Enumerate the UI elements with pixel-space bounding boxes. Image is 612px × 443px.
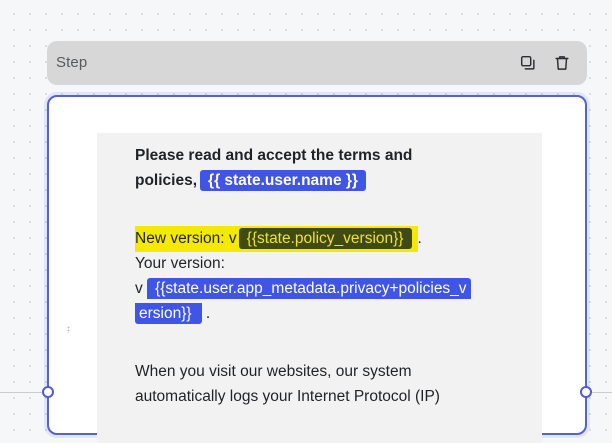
heading-text: Please read and accept the terms and — [135, 147, 413, 164]
new-version-line: New version: v {{state.policy_version}}. — [135, 226, 515, 252]
your-version-period: . — [205, 305, 211, 322]
new-version-label: New version: v — [135, 230, 237, 247]
step-header[interactable]: Step — [47, 41, 587, 85]
your-version-label: Your version: — [135, 255, 225, 272]
copy-icon[interactable] — [518, 53, 538, 73]
user-name-variable-chip[interactable]: {{ state.user.name }} — [200, 170, 366, 192]
heading-line-2: policies,{{ state.user.name }} — [135, 168, 515, 193]
your-version-prefix: v — [135, 280, 143, 297]
your-version-value-line: v {{state.user.app_metadata.privacy+poli… — [135, 276, 515, 301]
body-text-line-2: automatically logs your Internet Protoco… — [135, 384, 515, 409]
body-text-line-1: When you visit our websites, our system — [135, 359, 515, 384]
content-block[interactable]: Please read and accept the terms and pol… — [97, 133, 542, 443]
connector-line-left — [0, 392, 48, 393]
drag-handle-icon[interactable] — [67, 326, 70, 333]
your-version-value-line-2: ersion}} . — [135, 301, 515, 326]
step-title: Step — [56, 54, 88, 71]
policy-version-variable-chip[interactable]: {{state.policy_version}} — [238, 228, 412, 250]
step-card[interactable]: Please read and accept the terms and pol… — [47, 95, 587, 443]
rich-text-editor[interactable]: Please read and accept the terms and pol… — [135, 143, 515, 409]
body-text-2: automatically logs your Internet Protoco… — [135, 388, 440, 405]
highlighted-text: New version: v {{state.policy_version}} — [135, 226, 418, 252]
heading-line-1: Please read and accept the terms and — [135, 143, 515, 168]
metadata-variable-chip-continued[interactable]: ersion}} — [135, 303, 202, 325]
your-version-line: Your version: — [135, 251, 515, 276]
connection-handle-right[interactable] — [580, 386, 592, 398]
metadata-variable-chip[interactable]: {{state.user.app_metadata.privacy+polici… — [147, 278, 471, 300]
connection-handle-left[interactable] — [42, 386, 54, 398]
new-version-period: . — [417, 230, 422, 248]
heading-text-policies: policies, — [135, 172, 198, 189]
trash-icon[interactable] — [552, 53, 572, 73]
body-text: When you visit our websites, our system — [135, 363, 412, 380]
